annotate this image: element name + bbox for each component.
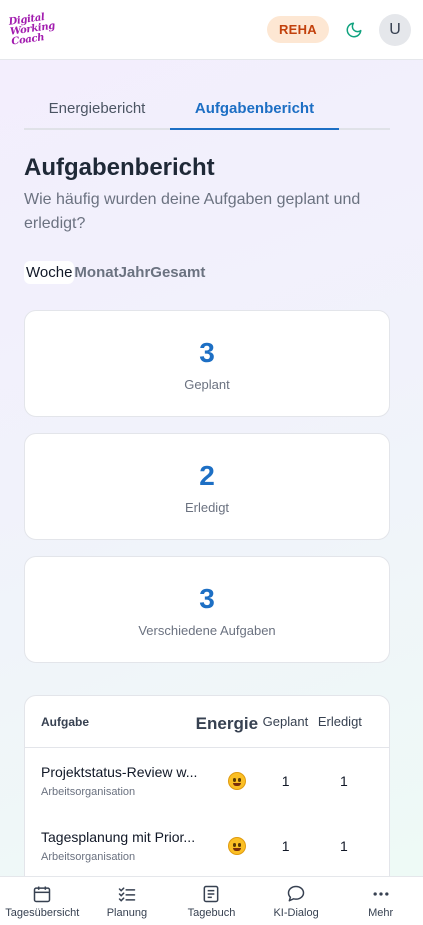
stat-value: 3: [199, 583, 215, 614]
nav-item-tagesuebersicht[interactable]: Tagesübersicht: [0, 877, 85, 925]
nav-label: Tagebuch: [187, 907, 236, 919]
more-icon: [370, 883, 392, 905]
task-name: Tagesplanung mit Prior...: [41, 828, 196, 845]
journal-icon: [201, 883, 221, 905]
nav-item-ki-dialog[interactable]: KI-Dialog: [254, 877, 339, 925]
nav-label: Tagesübersicht: [5, 907, 80, 919]
reha-badge[interactable]: REHA: [266, 16, 329, 43]
bottom-nav: Tagesübersicht Planung Tagebuch KI-Dialo…: [0, 876, 423, 925]
nav-item-planung[interactable]: Planung: [85, 877, 170, 925]
column-header-erledigt[interactable]: Erledigt: [318, 714, 373, 729]
stat-card-geplant: 3 Geplant: [24, 310, 390, 417]
task-category: Arbeitsorganisation: [41, 785, 136, 798]
app-header: Digital Working Coach REHA U: [0, 0, 423, 60]
nav-item-tagebuch[interactable]: Tagebuch: [169, 877, 254, 925]
moon-icon[interactable]: [343, 19, 365, 41]
planned-count: 1: [281, 837, 290, 854]
task-category: Arbeitsorganisation: [41, 850, 136, 863]
stat-label: Erledigt: [184, 500, 230, 515]
stat-cards: 3 Geplant 2 Erledigt 3 Verschiedene Aufg…: [24, 310, 399, 663]
stat-value: 3: [199, 337, 215, 368]
nav-label: Mehr: [368, 907, 394, 919]
period-tab-jahr[interactable]: Jahr: [119, 264, 151, 281]
stat-card-erledigt: 2 Erledigt: [24, 433, 390, 540]
page-subtitle: Wie häufig wurden deine Aufgaben geplant…: [24, 191, 361, 232]
stat-value: 2: [199, 460, 215, 491]
table-row[interactable]: Projektstatus-Review w... Arbeitsorganis…: [25, 748, 389, 813]
table-row[interactable]: Tagesplanung mit Prior... Arbeitsorganis…: [25, 813, 389, 876]
page-title: Aufgabenbericht: [24, 154, 215, 181]
smiling-face-icon: [228, 836, 247, 855]
column-header-aufgabe[interactable]: Aufgabe: [41, 715, 196, 729]
main-content: Energiebericht Aufgabenbericht Aufgabenb…: [0, 60, 423, 876]
chat-icon: [285, 883, 307, 905]
period-tab-monat[interactable]: Monat: [74, 264, 118, 281]
grinning-face-icon: [228, 771, 247, 790]
period-tab-woche[interactable]: Woche: [24, 260, 75, 284]
period-tab-gesamt[interactable]: Gesamt: [150, 264, 205, 281]
done-count: 1: [339, 772, 348, 789]
energy-cell: [218, 771, 257, 790]
stat-card-verschiedene: 3 Verschiedene Aufgaben: [24, 556, 390, 663]
table-header: Aufgabe Energie Geplant Erledigt: [25, 696, 389, 748]
nav-item-mehr[interactable]: Mehr: [338, 877, 423, 925]
planned-count: 1: [281, 772, 290, 789]
column-header-energie[interactable]: Energie: [196, 714, 263, 734]
task-table: Aufgabe Energie Geplant Erledigt Projekt…: [24, 695, 390, 876]
avatar[interactable]: U: [379, 13, 411, 46]
energy-cell: [218, 836, 257, 855]
task-cell: Projektstatus-Review w... Arbeitsorganis…: [41, 764, 218, 798]
stat-label: Verschiedene Aufgaben: [138, 623, 276, 638]
done-count: 1: [339, 837, 348, 854]
report-tabs: Energiebericht Aufgabenbericht: [24, 60, 390, 130]
stat-label: Geplant: [184, 377, 230, 392]
calendar-icon: [32, 883, 52, 905]
column-header-geplant[interactable]: Geplant: [263, 714, 318, 729]
period-tabs: Woche Monat Jahr Gesamt: [24, 260, 399, 284]
nav-label: KI-Dialog: [273, 907, 319, 919]
header-actions: REHA U: [266, 13, 411, 46]
nav-label: Planung: [106, 907, 148, 919]
task-name: Projektstatus-Review w...: [41, 763, 198, 780]
task-cell: Tagesplanung mit Prior... Arbeitsorganis…: [41, 829, 218, 863]
checklist-icon: [116, 883, 138, 905]
app-logo[interactable]: Digital Working Coach: [8, 11, 56, 47]
tab-energiebericht[interactable]: Energiebericht: [24, 60, 170, 130]
tab-aufgabenbericht[interactable]: Aufgabenbericht: [170, 60, 339, 130]
